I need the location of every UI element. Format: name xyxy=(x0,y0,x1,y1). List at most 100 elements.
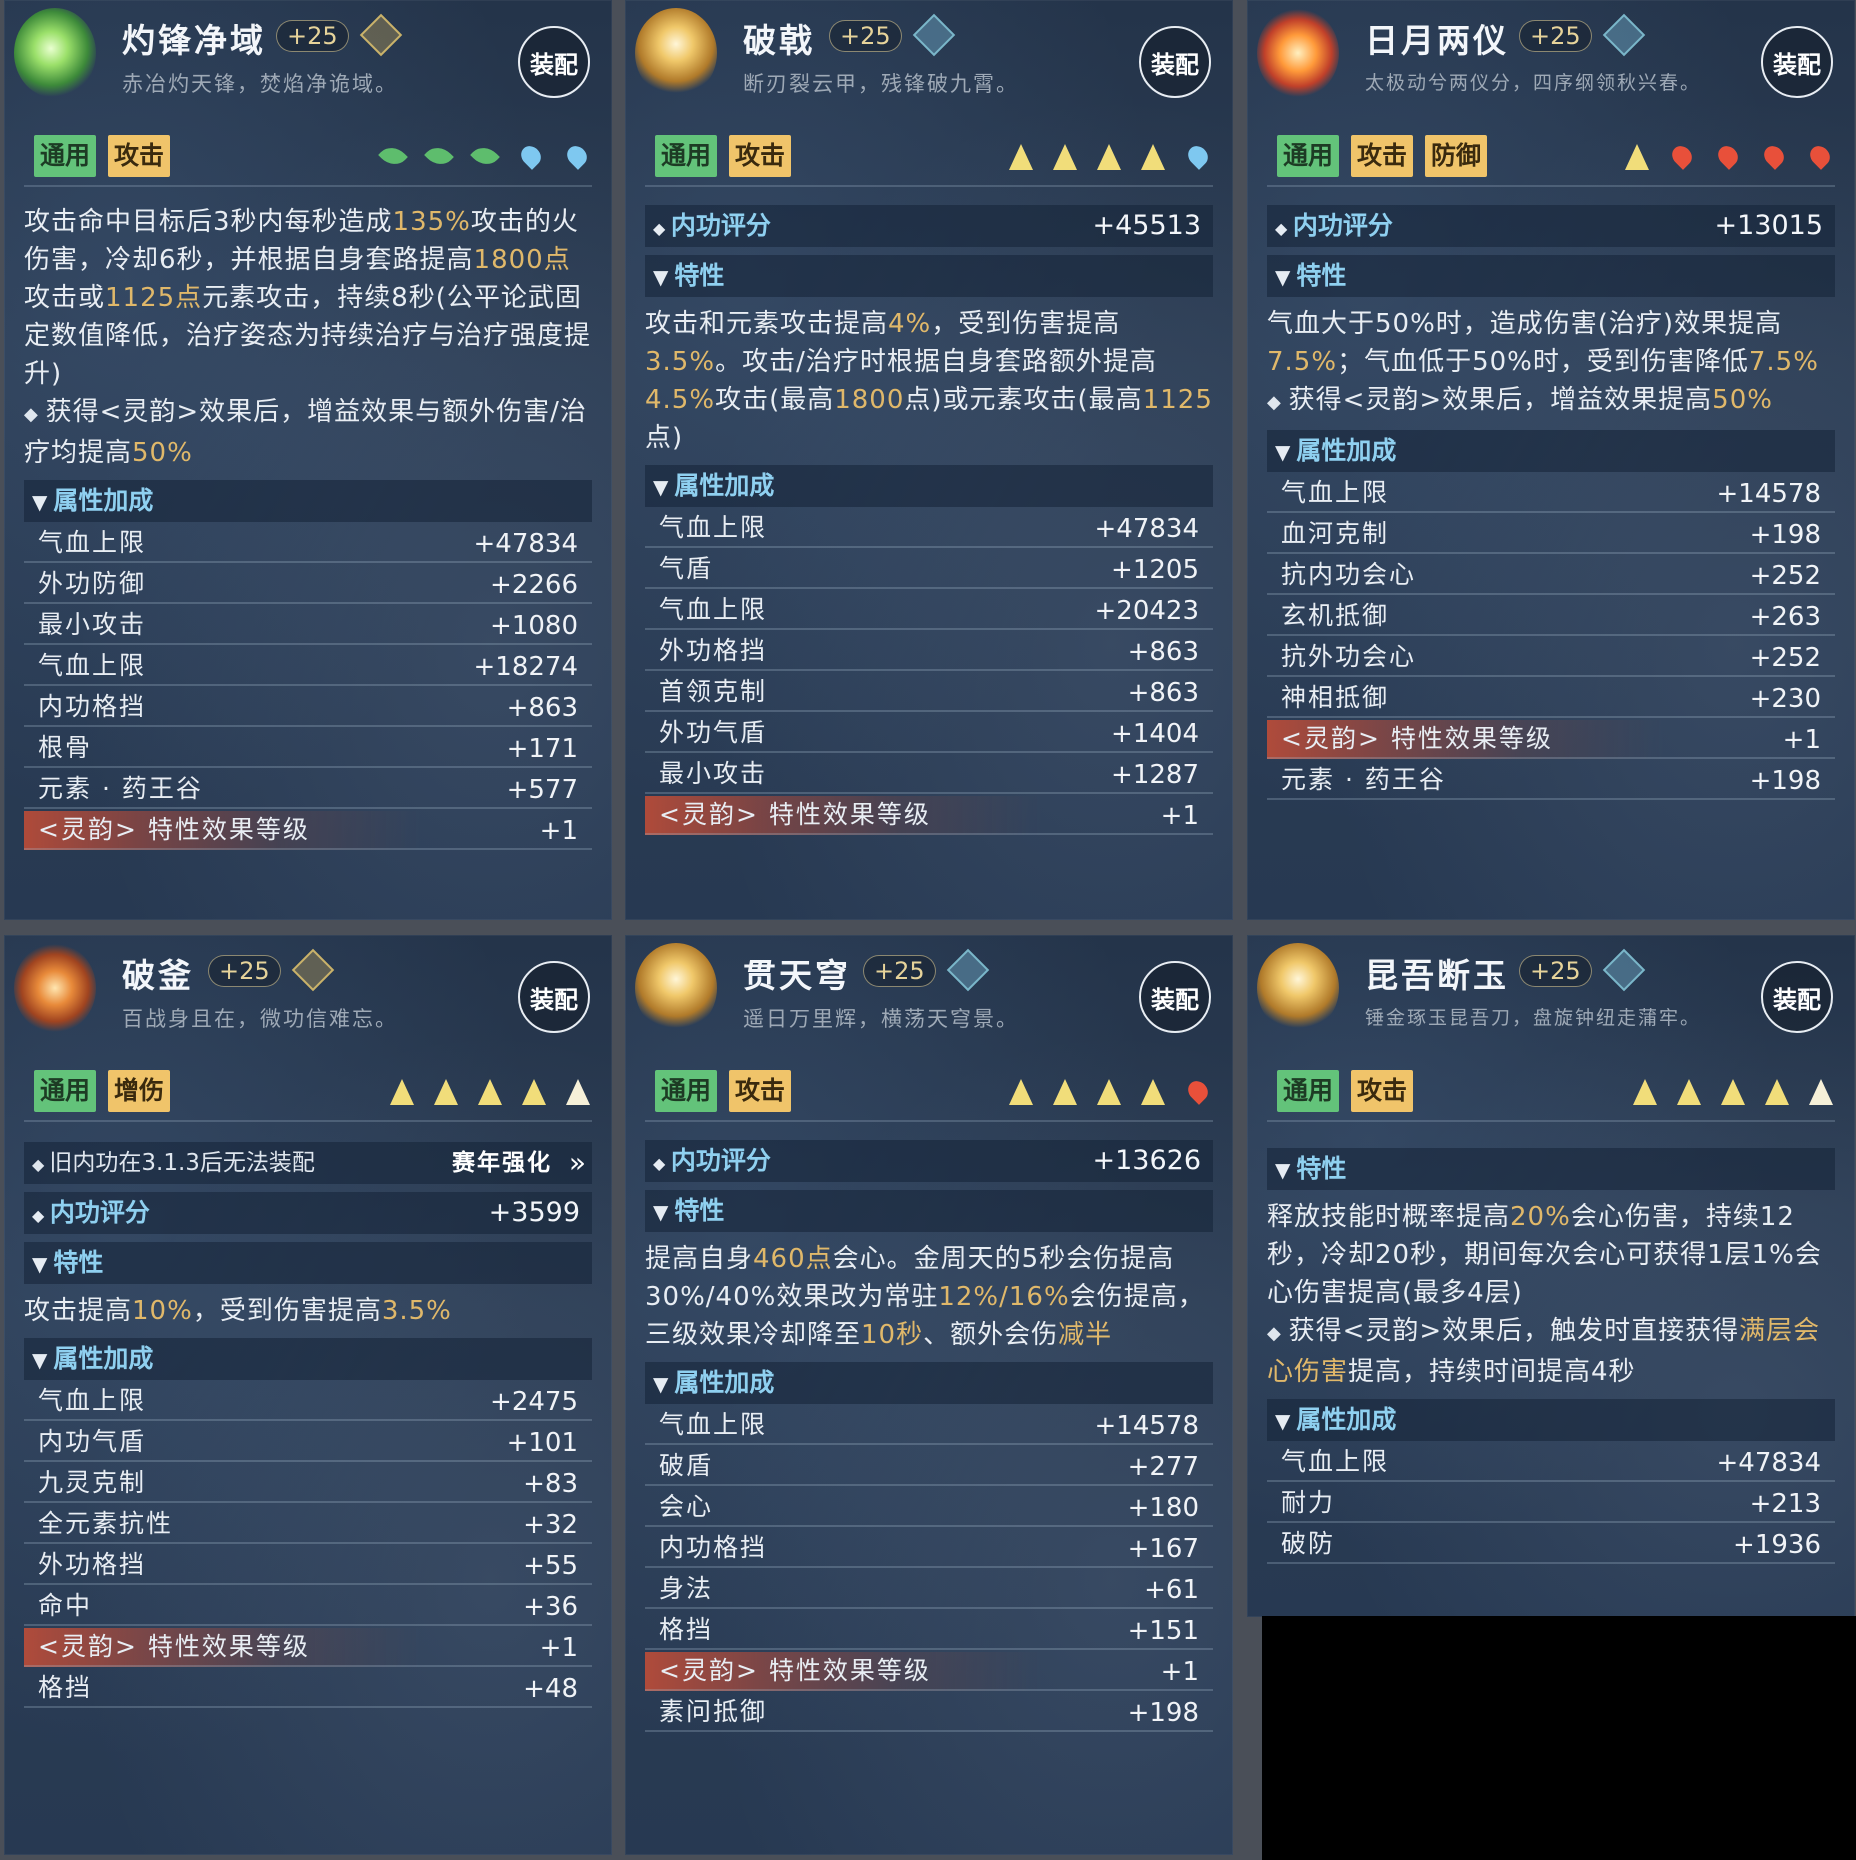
tag-attack: 攻击 xyxy=(108,135,171,177)
stat-row: 气血上限 +20423 xyxy=(645,591,1213,630)
gem-slots xyxy=(1625,141,1834,173)
equip-button[interactable]: 装配 xyxy=(1139,961,1211,1033)
gem-slots xyxy=(390,1076,590,1108)
equip-button[interactable]: 装配 xyxy=(1761,26,1833,98)
trait-section-header[interactable]: 特性 xyxy=(645,255,1213,297)
lock-icon xyxy=(1602,948,1646,992)
stat-row: 元素 · 药王谷 +198 xyxy=(1267,761,1835,800)
stat-row: 素问抵御 +198 xyxy=(645,1693,1213,1732)
card-quote: 锤金琢玉昆吾刀，盘旋钟纽走蒲牢。 xyxy=(1365,1007,1702,1029)
empty-black-area xyxy=(1262,1616,1856,1860)
attribute-section-header[interactable]: 属性加成 xyxy=(24,1338,592,1380)
triangle-gem-icon xyxy=(478,1079,502,1105)
attribute-section-header[interactable]: 属性加成 xyxy=(24,480,592,522)
leaf-blade-icon xyxy=(14,8,96,98)
gem-slots xyxy=(1009,141,1212,173)
trait-description: 释放技能时概率提高20%会心伤害，持续12秒，冷却20秒，期间每次会心可获得1层… xyxy=(1267,1198,1835,1391)
card-title: 破釜 xyxy=(122,956,194,995)
stat-row: 全元素抗性 +32 xyxy=(24,1505,592,1544)
stat-row: 破盾 +277 xyxy=(645,1447,1213,1486)
triangle-gem-icon xyxy=(1097,1079,1121,1105)
stat-row: 气血上限 +18274 xyxy=(24,647,592,686)
gem-slots xyxy=(1009,1076,1212,1108)
lingyun-row: <灵韵> 特性效果等级 +1 xyxy=(1267,720,1835,759)
stat-row: 玄机抵御 +263 xyxy=(1267,597,1835,636)
level-badge: +25 xyxy=(208,955,281,987)
attribute-section-header[interactable]: 属性加成 xyxy=(645,1362,1213,1404)
triangle-gem-icon xyxy=(1141,144,1165,170)
trait-description: 攻击命中目标后3秒内每秒造成135%攻击的火伤害，冷却6秒，并根据自身套路提高1… xyxy=(24,203,592,472)
trait-section-header[interactable]: 特性 xyxy=(1267,255,1835,297)
double-chevron-right-icon: » xyxy=(568,1146,586,1179)
level-badge: +25 xyxy=(863,955,936,987)
tag-attack: 攻击 xyxy=(729,1070,792,1112)
stat-row: 耐力 +213 xyxy=(1267,1484,1835,1523)
leaf-gem-icon xyxy=(470,141,500,171)
neigong-card-poji[interactable]: 破戟 +25 断刃裂云甲，残锋破九霄。 装配 通用 攻击 内功评分+45513 … xyxy=(625,0,1233,920)
flame-gem-icon xyxy=(1760,142,1788,170)
tag-general: 通用 xyxy=(34,1070,97,1112)
tag-general: 通用 xyxy=(655,135,718,177)
water-drop-icon xyxy=(1184,142,1212,170)
triangle-gem-icon xyxy=(1009,144,1033,170)
golden-wings-icon xyxy=(635,943,717,1033)
card-title: 破戟 xyxy=(743,21,815,60)
triangle-gem-icon xyxy=(1765,1079,1789,1105)
attribute-section-header[interactable]: 属性加成 xyxy=(1267,430,1835,472)
triangle-gem-icon xyxy=(566,1079,590,1105)
leaf-gem-icon xyxy=(424,141,454,171)
trait-description: 气血大于50%时，造成伤害(治疗)效果提高7.5%；气血低于50%时，受到伤害降… xyxy=(1267,305,1835,422)
golden-spear-icon xyxy=(1257,943,1339,1033)
lingyun-row: <灵韵> 特性效果等级 +1 xyxy=(24,1628,592,1667)
stat-row: 格挡 +48 xyxy=(24,1669,592,1708)
equip-button[interactable]: 装配 xyxy=(518,26,590,98)
stat-row: 气血上限 +47834 xyxy=(24,524,592,563)
trait-section-header[interactable]: 特性 xyxy=(24,1242,592,1284)
stat-row: 神相抵御 +230 xyxy=(1267,679,1835,718)
equip-button[interactable]: 装配 xyxy=(518,961,590,1033)
score-row: 内功评分+13626 xyxy=(645,1140,1213,1182)
flame-gem-icon xyxy=(1806,142,1834,170)
stat-row: 会心 +180 xyxy=(645,1488,1213,1527)
neigong-card-guantianqiong[interactable]: 贯天穹 +25 遥日万里辉，横荡天穹景。 装配 通用 攻击 内功评分+13626… xyxy=(625,935,1233,1855)
water-drop-icon xyxy=(517,142,545,170)
trait-description: 攻击和元素攻击提高4%，受到伤害提高3.5%。攻击/治疗时根据自身套路额外提高4… xyxy=(645,309,1213,453)
neigong-card-kunwu[interactable]: 昆吾断玉 +25 锤金琢玉昆吾刀，盘旋钟纽走蒲牢。 装配 通用 攻击 特性 释放… xyxy=(1247,935,1855,1617)
neigong-card-zhuofeng[interactable]: 灼锋净域 +25 赤冶灼天锋，焚焰净诡域。 装配 通用 攻击 攻击命中目标后3秒… xyxy=(4,0,612,920)
equip-button[interactable]: 装配 xyxy=(1139,26,1211,98)
card-quote: 百战身且在，微功信难忘。 xyxy=(122,1007,398,1031)
stat-row: 气血上限 +47834 xyxy=(645,509,1213,548)
enhance-link[interactable]: 赛年强化 xyxy=(452,1142,552,1184)
equip-button[interactable]: 装配 xyxy=(1761,961,1833,1033)
lock-icon xyxy=(359,13,403,57)
stat-row: 内功格挡 +863 xyxy=(24,688,592,727)
lock-icon xyxy=(946,948,990,992)
tag-general: 通用 xyxy=(655,1070,718,1112)
lock-icon xyxy=(912,13,956,57)
old-neigong-notice[interactable]: 旧内功在3.1.3后无法装配 赛年强化 » xyxy=(24,1142,592,1184)
card-quote: 太极动兮两仪分，四序纲领秋兴春。 xyxy=(1365,72,1702,94)
lock-icon xyxy=(1602,13,1646,57)
neigong-card-riyue[interactable]: 日月两仪 +25 太极动兮两仪分，四序纲领秋兴春。 装配 通用 攻击 防御 内功… xyxy=(1247,0,1855,920)
stat-row: 身法 +61 xyxy=(645,1570,1213,1609)
trait-section-header[interactable]: 特性 xyxy=(1267,1148,1835,1190)
tag-attack: 攻击 xyxy=(729,135,792,177)
sun-orb-icon xyxy=(1257,8,1339,98)
trait-description: 提高自身460点会心。金周天的5秒会伤提高30%/40%效果改为常驻12%/16… xyxy=(645,1244,1205,1350)
triangle-gem-icon xyxy=(434,1079,458,1105)
score-row: 内功评分+45513 xyxy=(645,205,1213,247)
level-badge: +25 xyxy=(276,20,349,52)
stat-row: 气血上限 +14578 xyxy=(645,1406,1213,1445)
card-quote: 赤冶灼天锋，焚焰净诡域。 xyxy=(122,72,398,96)
neigong-card-pofu[interactable]: 破釜 +25 百战身且在，微功信难忘。 装配 通用 增伤 旧内功在3.1.3后无… xyxy=(4,935,612,1855)
stat-row: 九灵克制 +83 xyxy=(24,1464,592,1503)
trait-section-header[interactable]: 特性 xyxy=(645,1190,1213,1232)
stat-row: 抗外功会心 +252 xyxy=(1267,638,1835,677)
stat-row: 抗内功会心 +252 xyxy=(1267,556,1835,595)
axe-fire-icon xyxy=(14,943,96,1033)
triangle-gem-icon xyxy=(1009,1079,1033,1105)
attribute-section-header[interactable]: 属性加成 xyxy=(1267,1399,1835,1441)
stat-row: 外功防御 +2266 xyxy=(24,565,592,604)
attribute-section-header[interactable]: 属性加成 xyxy=(645,465,1213,507)
stat-row: 命中 +36 xyxy=(24,1587,592,1626)
